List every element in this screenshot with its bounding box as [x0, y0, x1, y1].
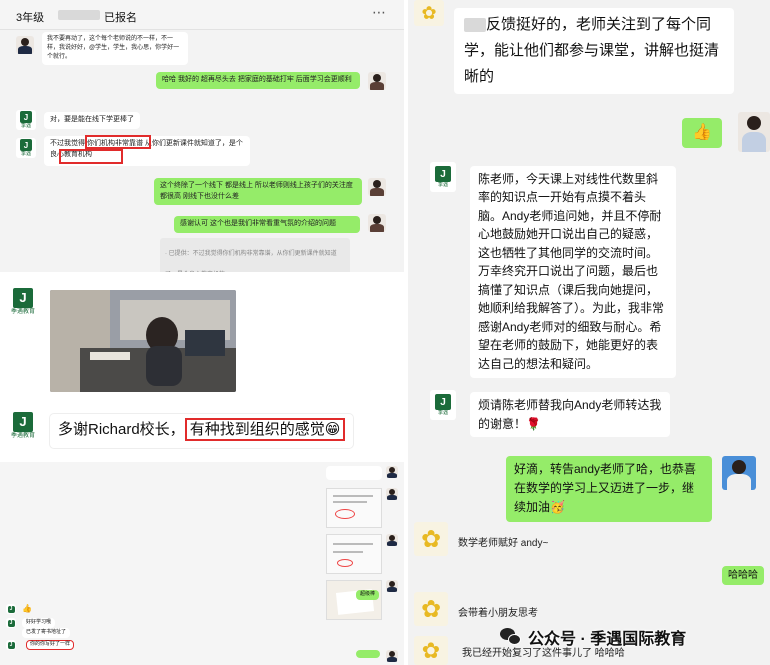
- wechat-icon: [500, 628, 522, 646]
- brand-logo-avatar[interactable]: J: [6, 640, 16, 650]
- bottom-left-chat-panel: 超级棒 J 👍 J 好好学习哦 已发了寄书地址了 J 你的你写好了一样: [0, 462, 404, 665]
- avatar[interactable]: [386, 650, 398, 662]
- message-bubble: 我不要再动了，这个每个老师说的不一样，不一样，我说好好，@学生，学生，我心思，你…: [42, 32, 188, 65]
- watermark: 公众号 · 季遇国际教育: [500, 624, 686, 650]
- highlighted-message-bubble: 你的你写好了一样: [26, 640, 75, 650]
- message-bubble: [356, 650, 380, 658]
- avatar[interactable]: [738, 112, 770, 152]
- thanks-message-bubble: 多谢Richard校长， 有种找到组织的感觉😁: [50, 414, 354, 448]
- flower-icon: ✿: [420, 595, 442, 623]
- avatar[interactable]: [16, 36, 34, 54]
- brand-logo-avatar[interactable]: J 季遇: [16, 138, 36, 158]
- message-bubble: 哈哈 我好的 超再尽头去 把家庭的基础打牢 后面学习会更顺利: [156, 72, 360, 89]
- homework-photo[interactable]: [326, 580, 382, 620]
- avatar[interactable]: ✿: [414, 522, 448, 556]
- message-bubble: 超级棒: [356, 590, 380, 600]
- message-bubble: 这个终除了一个线下 都是线上 所以老师则线上孩子们的关注度都很高 刚线下也没什么…: [154, 178, 362, 205]
- highlight-box: [85, 135, 151, 149]
- thumbs-up-emoji: 👍: [22, 604, 32, 613]
- classroom-photo[interactable]: [50, 290, 236, 392]
- chat-title: 3年级: [16, 12, 45, 24]
- brand-logo-avatar[interactable]: J 季遇: [430, 162, 456, 192]
- highlight-box: [59, 149, 123, 164]
- avatar[interactable]: [386, 534, 398, 546]
- avatar[interactable]: [386, 488, 398, 500]
- avatar[interactable]: ✿: [414, 636, 448, 665]
- flower-icon: ✿: [421, 637, 441, 663]
- message-bubble: 对，要是能在线下学更棒了: [44, 112, 140, 129]
- brand-logo-avatar[interactable]: J: [6, 604, 16, 614]
- flower-icon: ✿: [421, 2, 437, 23]
- message-bubble: 👍: [682, 118, 722, 148]
- message-text: 会带着小朋友思考: [458, 608, 538, 619]
- top-left-chat-panel: 3年级 已报名 ⋯ 我不要再动了，这个每个老师说的不一样，不一样，我说好好，@学…: [0, 0, 404, 272]
- brand-logo-avatar[interactable]: J 季遇教育: [6, 408, 40, 442]
- more-icon[interactable]: ⋯: [372, 4, 386, 21]
- avatar[interactable]: ✿: [414, 0, 444, 26]
- highlight-box: 有种找到组织的感觉😁: [184, 418, 346, 441]
- message-bubble: 好滴，转告andy老师了哈，也恭喜在数学的学习上又迈进了一步，继续加油🥳: [506, 456, 712, 522]
- avatar[interactable]: [368, 178, 386, 196]
- message-bubble: 烦请陈老师替我向Andy老师转达我的谢意！🌹: [470, 392, 670, 438]
- middle-left-chat-panel: J 季遇教育 J 季遇教育 多谢Richard校长， 有种找到组织的感觉😁: [0, 276, 404, 458]
- homework-photo[interactable]: [326, 534, 382, 574]
- avatar[interactable]: [368, 72, 386, 90]
- message-bubble: 陈老师，今天课上对线性代数里斜率的知识点一开始有点摸不着头脑。Andy老师追问她…: [470, 166, 676, 378]
- sticker-thumbnail[interactable]: [326, 466, 382, 480]
- brand-logo-avatar[interactable]: J: [6, 618, 16, 628]
- avatar[interactable]: [386, 580, 398, 592]
- avatar[interactable]: [722, 456, 756, 490]
- avatar[interactable]: ✿: [414, 592, 448, 626]
- message-bubble: 已发了寄书地址了: [22, 628, 71, 638]
- chat-title-bar: 3年级 已报名 ⋯: [0, 0, 404, 30]
- blurred-name: [464, 18, 486, 33]
- message-bubble: 感谢认可 这个也是我们非常看重气氛的介绍的问题: [174, 216, 360, 233]
- homework-photo[interactable]: [326, 488, 382, 528]
- message-bubble: 反馈挺好的，老师关注到了每个同学，能让他们都参与课堂，讲解也挺清晰的: [454, 8, 734, 94]
- right-chat-panel: ✿ 反馈挺好的，老师关注到了每个同学，能让他们都参与课堂，讲解也挺清晰的 👍 J…: [408, 0, 770, 665]
- message-bubble: 好好学习哦: [22, 618, 56, 628]
- avatar[interactable]: [386, 466, 398, 478]
- blurred-name: [58, 10, 100, 20]
- watermark-text: 公众号 · 季遇国际教育: [528, 631, 687, 648]
- brand-logo-avatar[interactable]: J 季遇: [16, 110, 36, 130]
- thumbs-up-emoji: 👍: [692, 124, 712, 141]
- avatar[interactable]: [368, 214, 386, 232]
- chat-title-suffix: 已报名: [104, 12, 137, 24]
- message-bubble: 哈哈哈: [722, 566, 764, 585]
- message-text: 数学老师赋好 andy~: [458, 538, 549, 549]
- flower-icon: ✿: [420, 525, 442, 553]
- brand-logo-avatar[interactable]: J 季遇教育: [6, 284, 40, 318]
- brand-logo-avatar[interactable]: J 季遇: [430, 390, 456, 420]
- quoted-reply: · 已提供：不过我觉得你们机构非常靠谱，从你们更新课件就知道了，是个良心教育机构: [160, 238, 350, 272]
